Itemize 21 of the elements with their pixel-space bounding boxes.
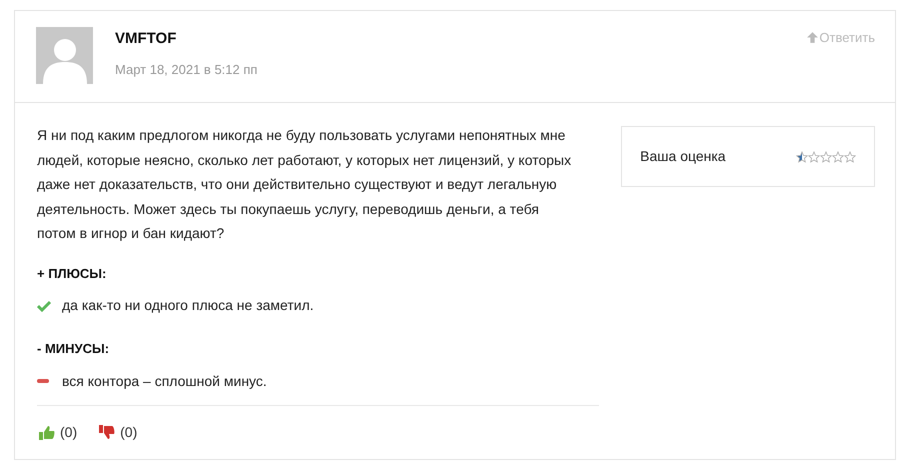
thumbs-up-icon [39,424,55,440]
dislike-button[interactable]: (0) [99,422,138,442]
check-icon [37,300,51,312]
pros-heading: + ПЛЮСЫ: [37,264,108,282]
arrow-up-icon [806,31,820,44]
star-icon[interactable] [832,150,844,162]
cons-item: вся контора – сплошной минус. [62,372,267,391]
minus-icon [37,379,49,383]
star-icon[interactable] [796,150,808,162]
like-button[interactable]: (0) [39,422,78,442]
rating-label: Ваша оценка [640,147,726,166]
cons-heading: - МИНУСЫ: [37,340,110,358]
pros-item: да как-то ни одного плюса не заметил. [62,296,314,315]
author-name: VMFTOF [115,29,178,49]
star-rating[interactable] [796,150,856,162]
star-icon[interactable] [844,150,856,162]
thumbs-down-icon [99,424,116,440]
comment-text: Я ни под каким предлогом никогда не буду пользовать услугами непонятных мне людей, которые неясно, сколько лет работают, у которых нет лицензий, у которых даже нет доказательств, что они действительно существуют и ведут легальную деятельность. Может здесь ты покупаешь услугу, переводишь деньги, а тебя потом в игнор и бан кидают? [37,126,572,243]
comment-date: Март 18, 2021 в 5:12 пп [115,60,258,79]
star-icon[interactable] [808,150,820,162]
star-icon[interactable] [820,150,832,162]
